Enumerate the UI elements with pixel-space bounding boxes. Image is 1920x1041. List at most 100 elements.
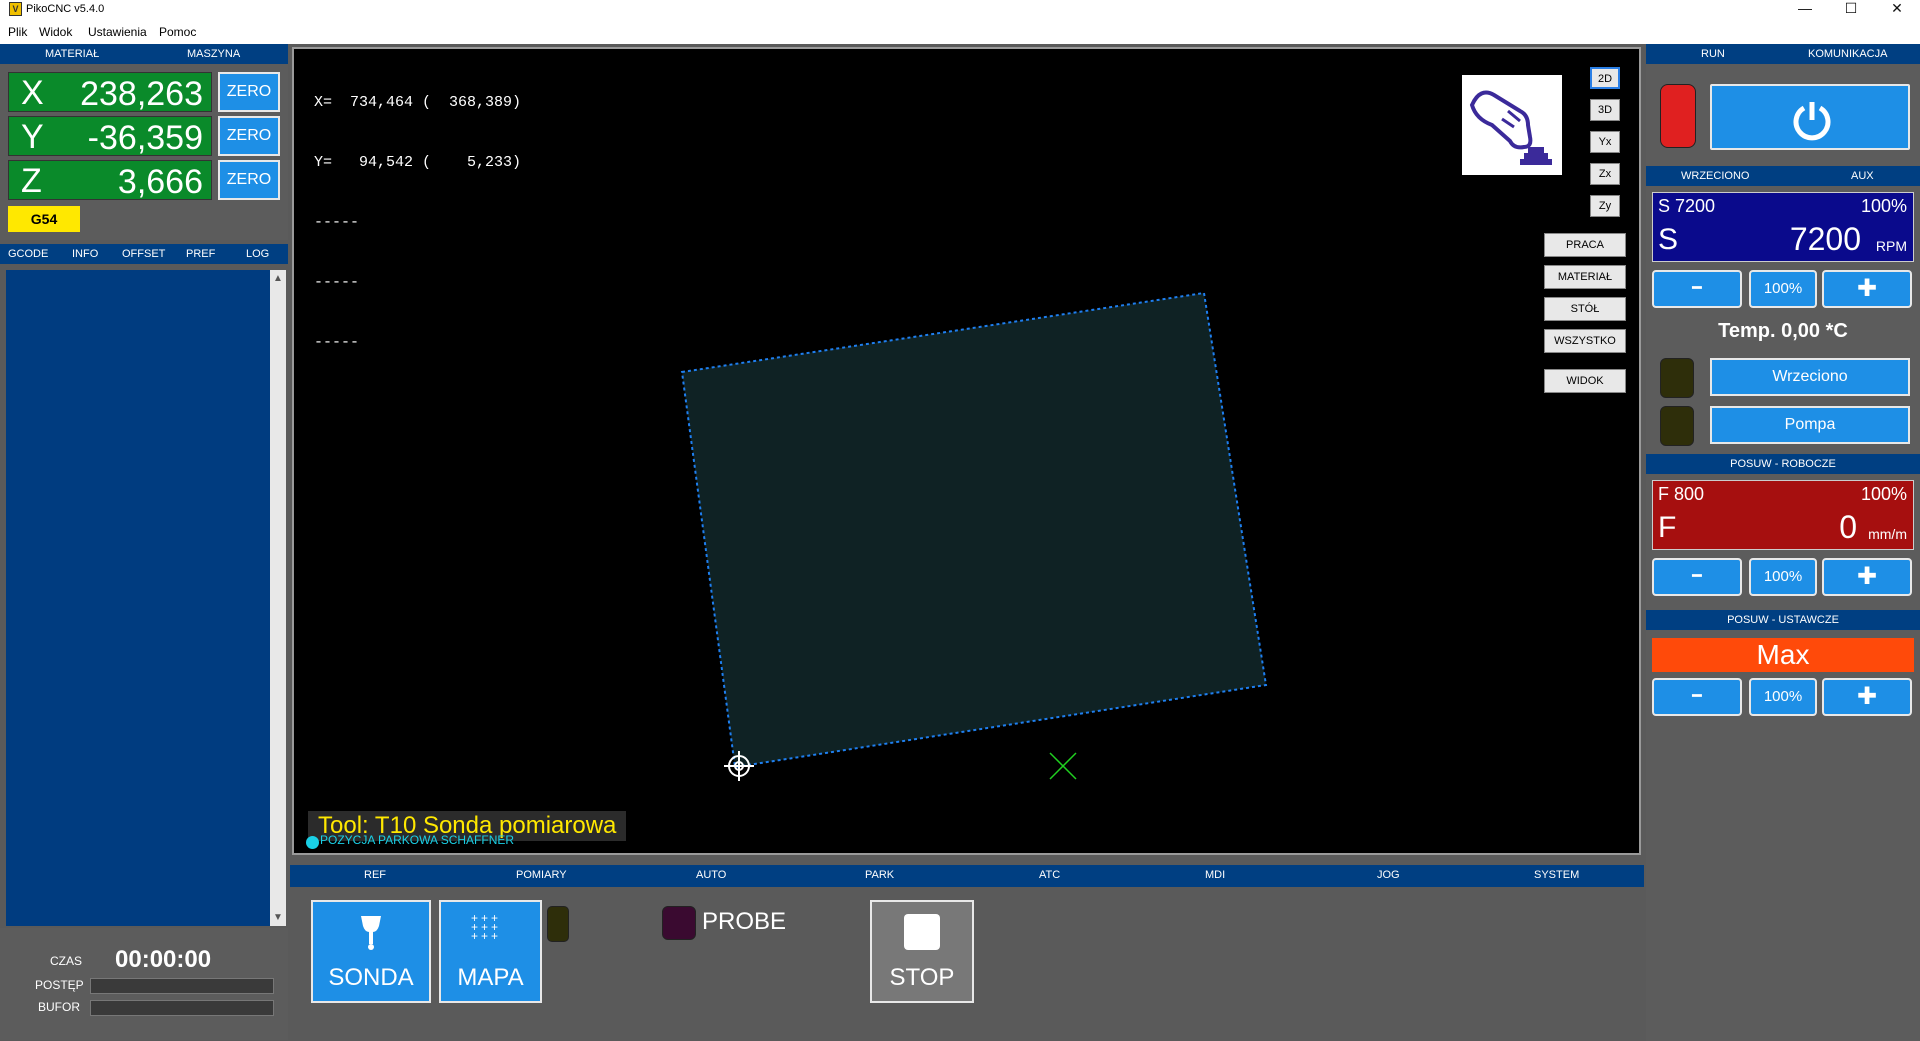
- hand-press-button-icon[interactable]: [1462, 75, 1562, 175]
- sonda-button[interactable]: SONDA: [311, 900, 431, 1003]
- zoom-praca-button[interactable]: PRACA: [1544, 233, 1626, 257]
- gcode-scrollbar[interactable]: ▲ ▼: [270, 270, 286, 926]
- minus-icon: ━: [1692, 568, 1702, 585]
- rapid-reset-button[interactable]: 100%: [1749, 678, 1817, 716]
- scroll-down-icon[interactable]: ▼: [273, 912, 283, 923]
- axis-y-display: Y -36,359: [8, 116, 212, 157]
- axis-y-label: Y: [21, 118, 44, 156]
- bottom-tabs: REF POMIARY AUTO PARK ATC MDI JOG SYSTEM: [290, 865, 1644, 887]
- view-yx-button[interactable]: Yx: [1590, 131, 1620, 153]
- dro-panel: MATERIAŁ MASZYNA X 238,263 ZERO Y -36,35…: [0, 44, 288, 240]
- feed-display: F 800 100% F 0 mm/m: [1652, 480, 1914, 550]
- left-tabs: GCODE INFO OFFSET PREF LOG: [0, 244, 288, 264]
- tab-komunikacja[interactable]: KOMUNIKACJA: [1808, 48, 1887, 60]
- axis-z-display: Z 3,666: [8, 160, 212, 201]
- menu-plik[interactable]: Plik: [8, 25, 27, 39]
- stop-icon: [904, 914, 940, 950]
- mapa-button[interactable]: +++ +++ +++ MAPA: [439, 900, 542, 1003]
- spindle-setpoint: S 7200: [1658, 196, 1716, 216]
- rapid-header: POSUW - USTAWCZE: [1646, 610, 1920, 630]
- feed-reset-button[interactable]: 100%: [1749, 558, 1817, 596]
- origin-marker-icon: [1049, 752, 1077, 780]
- menu-ustawienia[interactable]: Ustawienia: [88, 25, 147, 39]
- run-status-led: [1660, 84, 1696, 148]
- sonda-label: SONDA: [328, 964, 414, 991]
- widok-button[interactable]: WIDOK: [1544, 369, 1626, 393]
- feed-unit: mm/m: [1868, 526, 1907, 542]
- plus-icon: ✚: [1856, 275, 1878, 302]
- tab-atc[interactable]: ATC: [1039, 869, 1060, 881]
- pompa-button[interactable]: Pompa: [1710, 406, 1910, 444]
- feed-plus-button[interactable]: ✚: [1822, 558, 1912, 596]
- zero-z-button[interactable]: ZERO: [218, 160, 280, 200]
- temperature-label: Temp. 0,00 *C: [1718, 320, 1848, 342]
- tab-jog[interactable]: JOG: [1377, 869, 1400, 881]
- plus-icon: ✚: [1856, 683, 1878, 710]
- minimize-button[interactable]: —: [1782, 0, 1828, 20]
- axis-x-value: 238,263: [80, 75, 203, 113]
- tab-maszyna[interactable]: MASZYNA: [187, 48, 240, 60]
- stop-label: STOP: [889, 964, 955, 991]
- window-title: PikoCNC v5.4.0: [26, 3, 105, 15]
- spindle-letter: S: [1658, 223, 1679, 256]
- zero-x-button[interactable]: ZERO: [218, 72, 280, 112]
- rapid-plus-button[interactable]: ✚: [1822, 678, 1912, 716]
- material-outline: [680, 291, 1268, 769]
- wrzeciono-button[interactable]: Wrzeciono: [1710, 358, 1910, 396]
- tab-auto[interactable]: AUTO: [696, 869, 726, 881]
- time-label: CZAS: [50, 954, 83, 968]
- work-offset-badge[interactable]: G54: [8, 206, 80, 232]
- feed-minus-button[interactable]: ━: [1652, 558, 1742, 596]
- spindle-unit: RPM: [1875, 238, 1907, 254]
- rapid-header-label: POSUW - USTAWCZE: [1727, 614, 1839, 626]
- feed-setpoint: F 800: [1658, 484, 1705, 504]
- view-3d-button[interactable]: 3D: [1590, 99, 1620, 121]
- stop-button[interactable]: STOP: [870, 900, 974, 1003]
- feed-override-pct: 100%: [1860, 484, 1907, 504]
- zero-y-button[interactable]: ZERO: [218, 116, 280, 156]
- park-position-dot-icon: [306, 836, 319, 849]
- tab-offset[interactable]: OFFSET: [122, 248, 165, 260]
- power-icon: [1793, 102, 1831, 141]
- toolpath-viewport[interactable]: X= 734,464 ( 368,389) Y= 94,542 ( 5,233)…: [292, 47, 1641, 855]
- view-2d-button[interactable]: 2D: [1590, 67, 1620, 89]
- buffer-bar: [90, 1000, 274, 1016]
- tab-run[interactable]: RUN: [1701, 48, 1725, 60]
- gcode-list[interactable]: [6, 270, 270, 926]
- job-status-panel: CZAS 00:00:00 POSTĘP BUFOR: [0, 928, 288, 1040]
- spindle-override-pct: 100%: [1860, 196, 1907, 216]
- tab-aux[interactable]: AUX: [1851, 170, 1874, 182]
- spindle-minus-button[interactable]: ━: [1652, 270, 1742, 308]
- tab-pomiary[interactable]: POMIARY: [516, 869, 567, 881]
- pompa-status-led: [1660, 406, 1694, 446]
- maximize-button[interactable]: ☐: [1828, 0, 1874, 20]
- tab-system[interactable]: SYSTEM: [1534, 869, 1579, 881]
- zoom-wszystko-button[interactable]: WSZYSTKO: [1544, 329, 1626, 353]
- tab-material[interactable]: MATERIAŁ: [45, 48, 99, 60]
- view-zy-button[interactable]: Zy: [1590, 195, 1620, 217]
- menu-pomoc[interactable]: Pomoc: [159, 25, 196, 39]
- zoom-stol-button[interactable]: STÓŁ: [1544, 297, 1626, 321]
- close-button[interactable]: ✕: [1874, 0, 1920, 20]
- app-logo-icon: V: [9, 2, 22, 16]
- menu-widok[interactable]: Widok: [39, 25, 72, 39]
- tab-wrzeciono[interactable]: WRZECIONO: [1681, 170, 1749, 182]
- tab-mdi[interactable]: MDI: [1205, 869, 1225, 881]
- tab-log[interactable]: LOG: [246, 248, 269, 260]
- rapid-minus-button[interactable]: ━: [1652, 678, 1742, 716]
- spindle-plus-button[interactable]: ✚: [1822, 270, 1912, 308]
- tab-info[interactable]: INFO: [72, 248, 98, 260]
- tab-ref[interactable]: REF: [364, 869, 386, 881]
- spindle-reset-button[interactable]: 100%: [1749, 270, 1817, 308]
- mapa-label: MAPA: [457, 964, 524, 991]
- zoom-material-button[interactable]: MATERIAŁ: [1544, 265, 1626, 289]
- tab-gcode[interactable]: GCODE: [8, 248, 48, 260]
- power-button[interactable]: [1710, 84, 1910, 150]
- time-value: 00:00:00: [115, 946, 212, 973]
- scroll-up-icon[interactable]: ▲: [273, 273, 283, 284]
- probe-status-led: [662, 906, 696, 940]
- tab-park[interactable]: PARK: [865, 869, 894, 881]
- view-zx-button[interactable]: Zx: [1590, 163, 1620, 185]
- feed-header-label: POSUW - ROBOCZE: [1730, 458, 1836, 470]
- tab-pref[interactable]: PREF: [186, 248, 215, 260]
